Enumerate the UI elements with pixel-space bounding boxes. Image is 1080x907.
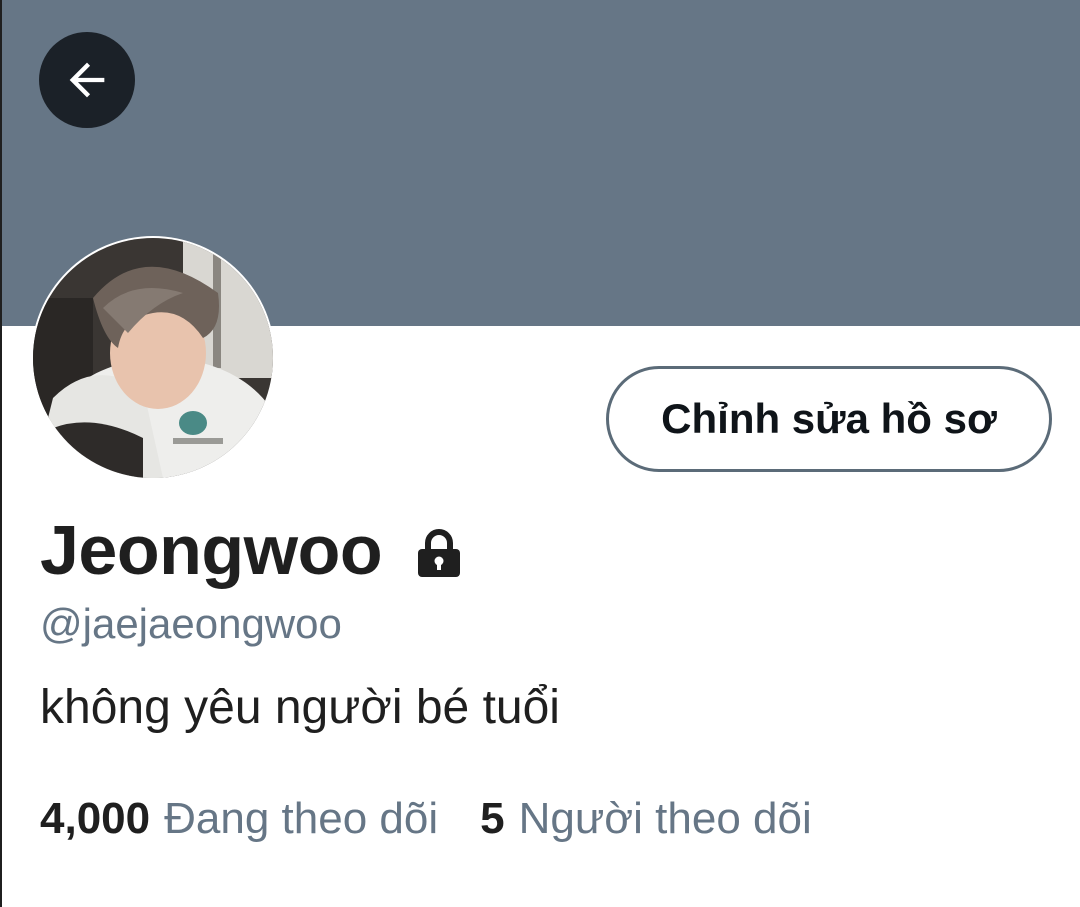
followers-link[interactable]: 5 Người theo dõi bbox=[480, 794, 812, 844]
display-name: Jeongwoo bbox=[40, 511, 383, 589]
profile-stats: 4,000 Đang theo dõi 5 Người theo dõi bbox=[40, 794, 812, 844]
following-link[interactable]: 4,000 Đang theo dõi bbox=[40, 794, 438, 844]
following-count: 4,000 bbox=[40, 794, 151, 843]
lock-icon bbox=[418, 529, 461, 577]
arrow-left-icon bbox=[69, 62, 105, 98]
edit-profile-button[interactable]: Chỉnh sửa hồ sơ bbox=[606, 366, 1052, 472]
profile-handle: @jaejaeongwoo bbox=[40, 600, 342, 647]
profile-bio: không yêu người bé tuổi bbox=[40, 681, 560, 734]
followers-count: 5 bbox=[480, 794, 505, 843]
profile-page: Chỉnh sửa hồ sơ Jeongwoo @jaejaeongwoo k… bbox=[0, 0, 1080, 907]
following-label: Đang theo dõi bbox=[164, 794, 439, 843]
display-name-row: Jeongwoo bbox=[40, 508, 462, 592]
followers-label: Người theo dõi bbox=[518, 794, 812, 843]
avatar[interactable] bbox=[31, 236, 275, 480]
back-button[interactable] bbox=[39, 32, 135, 128]
avatar-photo bbox=[33, 238, 273, 478]
